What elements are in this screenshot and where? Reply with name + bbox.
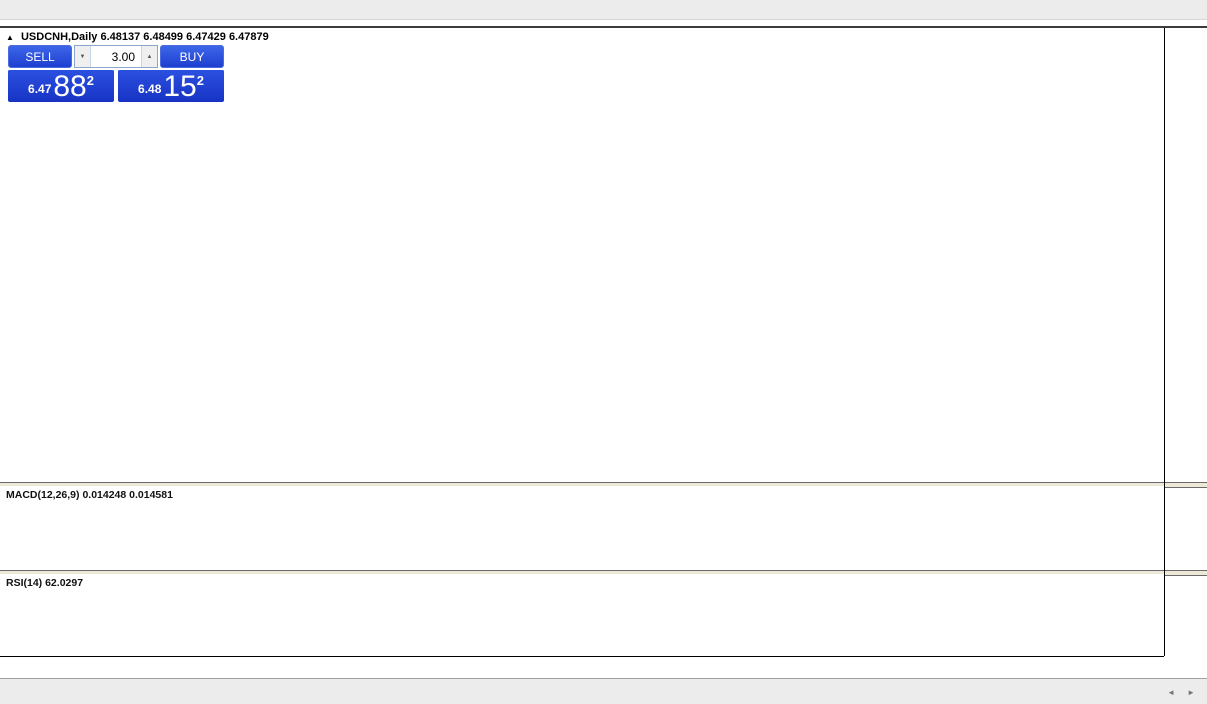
chart-title: ▲ USDCNH,Daily 6.48137 6.48499 6.47429 6… (6, 31, 269, 43)
bid-price-small: 6.47 (28, 82, 51, 96)
macd-pane[interactable] (0, 486, 1164, 570)
tab-scroll-right-icon[interactable]: ► (1187, 688, 1195, 697)
volume-spinner[interactable]: ▼ 3.00 ▲ (74, 45, 158, 68)
quote-close: 6.47879 (229, 31, 269, 43)
quote-low: 6.47429 (186, 31, 226, 43)
ask-price-small: 6.48 (138, 82, 161, 96)
collapse-triangle-icon[interactable]: ▲ (6, 33, 14, 42)
trading-platform-window: ▲ USDCNH,Daily 6.48137 6.48499 6.47429 6… (0, 0, 1207, 704)
timeframe-toolbar (0, 0, 1207, 20)
rsi-pane[interactable] (0, 574, 1164, 656)
volume-decrease-button[interactable]: ▼ (75, 46, 91, 67)
buy-button[interactable]: BUY (160, 45, 224, 68)
quote-high: 6.48499 (143, 31, 183, 43)
date-axis[interactable] (0, 658, 1207, 678)
ask-price-display[interactable]: 6.48 15 2 (118, 69, 224, 102)
price-axis[interactable] (1164, 28, 1207, 658)
macd-label: MACD(12,26,9) 0.014248 0.014581 (6, 489, 173, 501)
ask-price-sup: 2 (197, 73, 204, 88)
rsi-label: RSI(14) 62.0297 (6, 577, 83, 589)
chart-symbol-period: USDCNH,Daily (21, 31, 97, 43)
bid-price-big: 88 (53, 74, 86, 100)
sell-button[interactable]: SELL (8, 45, 72, 68)
chart-tab-bar: ◄ ► (0, 678, 1207, 704)
bid-price-sup: 2 (87, 73, 94, 88)
volume-value[interactable]: 3.00 (91, 46, 141, 67)
volume-increase-button[interactable]: ▲ (141, 46, 157, 67)
quote-open: 6.48137 (100, 31, 140, 43)
bid-price-display[interactable]: 6.47 88 2 (8, 69, 114, 102)
one-click-trading-panel: SELL ▼ 3.00 ▲ BUY 6.47 88 2 6.48 15 2 (8, 45, 224, 102)
tab-scroll-left-icon[interactable]: ◄ (1167, 688, 1175, 697)
pane-bottom-border (0, 656, 1164, 657)
ask-price-big: 15 (163, 74, 196, 100)
